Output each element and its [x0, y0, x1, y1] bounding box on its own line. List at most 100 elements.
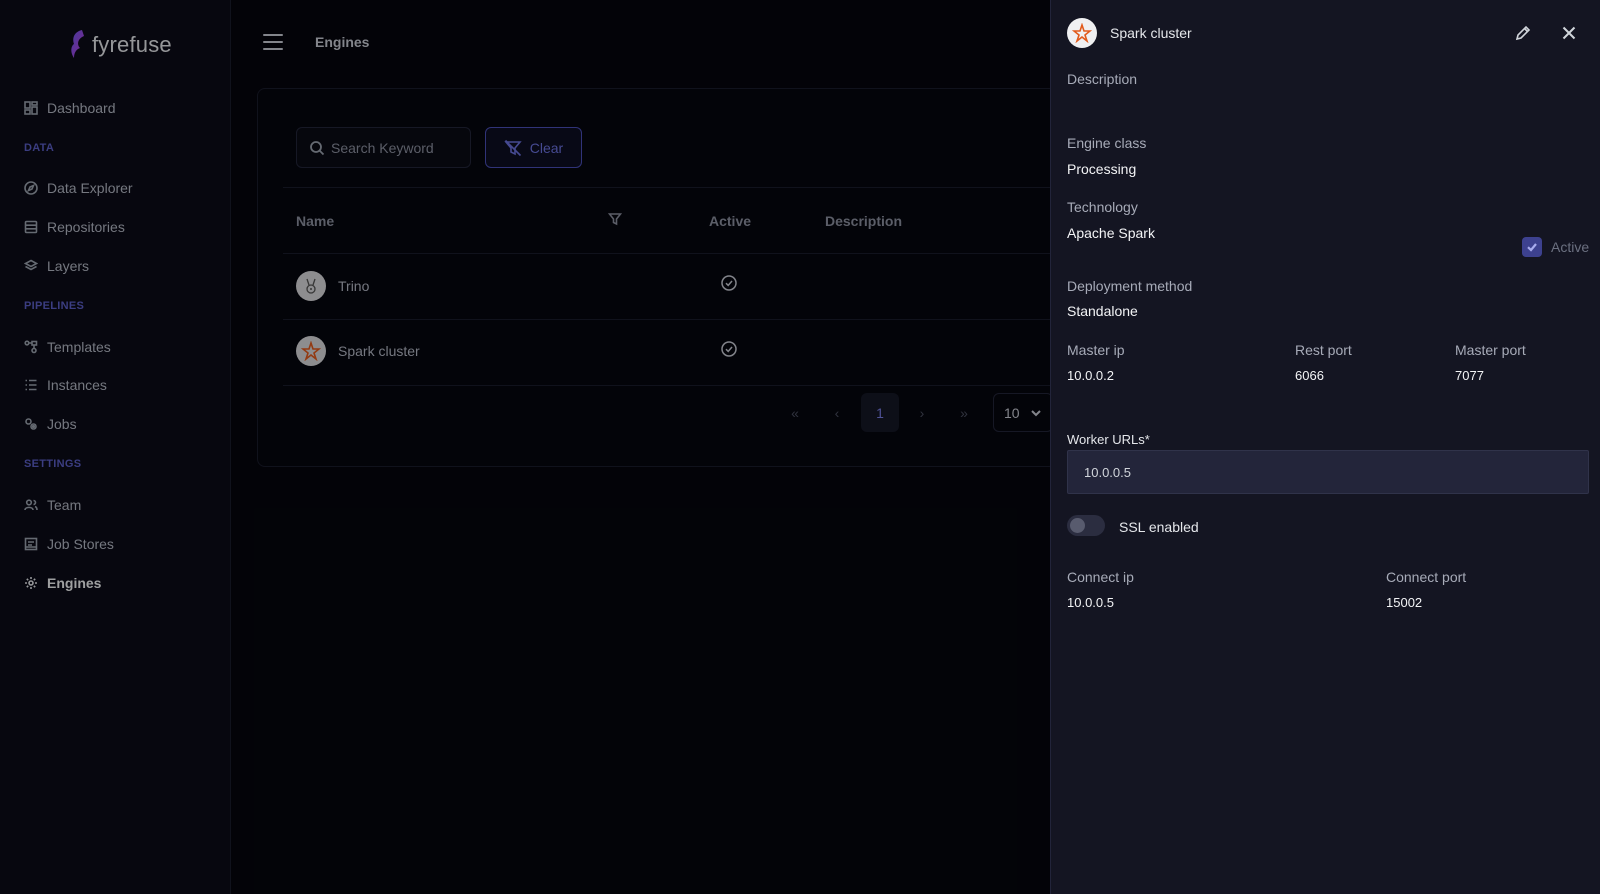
filter-clear-icon [504, 139, 522, 156]
first-page-button[interactable]: « [776, 393, 814, 432]
page-title: Engines [315, 34, 370, 50]
ssl-toggle[interactable] [1067, 515, 1105, 536]
table-row[interactable]: Trino [296, 271, 369, 301]
divider [283, 253, 1050, 254]
double-chevron-left-icon: « [791, 404, 799, 421]
last-page-button[interactable]: » [945, 393, 983, 432]
master-ip-value: 10.0.0.2 [1067, 368, 1114, 383]
sidebar-item-label: Repositories [47, 219, 125, 235]
active-label: Active [1551, 239, 1590, 255]
trino-bunny-icon [306, 278, 316, 294]
team-icon [24, 499, 38, 511]
column-header-description[interactable]: Description [825, 213, 902, 229]
divider [283, 385, 1050, 386]
divider [283, 319, 1050, 320]
sidebar-item-label: Templates [47, 339, 111, 355]
chevron-down-icon [1030, 409, 1041, 416]
active-check-icon [721, 341, 737, 357]
deployment-value: Standalone [1067, 303, 1138, 319]
column-header-active[interactable]: Active [709, 213, 751, 229]
panel-title: Spark cluster [1110, 25, 1192, 41]
close-icon[interactable] [1562, 26, 1576, 40]
sidebar-item-dashboard[interactable]: Dashboard [24, 98, 116, 118]
search-box[interactable] [296, 127, 471, 168]
hamburger-icon [263, 34, 283, 36]
row-name-text: Spark cluster [338, 343, 420, 359]
connect-ip-label: Connect ip [1067, 569, 1134, 585]
active-check-icon [721, 275, 737, 291]
page-size-value: 10 [1004, 404, 1020, 421]
sidebar-item-label: Data Explorer [47, 180, 133, 196]
rest-port-value: 6066 [1295, 368, 1324, 383]
engine-detail-panel: Spark cluster Description Engine class P… [1050, 0, 1600, 894]
active-checkbox[interactable]: Active [1522, 237, 1589, 257]
search-icon [310, 140, 325, 155]
clear-label: Clear [529, 139, 564, 156]
sidebar: fyrefuse Dashboard DATA Data Explorer Re… [0, 0, 231, 894]
technology-label: Technology [1067, 199, 1138, 215]
trino-avatar [296, 271, 326, 301]
engine-class-value: Processing [1067, 161, 1137, 177]
table-row[interactable]: Spark cluster [296, 336, 420, 366]
sidebar-item-templates[interactable]: Templates [24, 337, 111, 357]
sidebar-item-label: Dashboard [47, 100, 116, 116]
menu-toggle-button[interactable] [263, 34, 283, 50]
search-input[interactable] [331, 139, 461, 156]
compass-icon [24, 181, 38, 195]
clear-filters-button[interactable]: Clear [485, 127, 582, 168]
divider [283, 187, 1050, 188]
sidebar-item-job-stores[interactable]: Job Stores [24, 534, 114, 554]
sidebar-item-label: Instances [47, 377, 107, 393]
sidebar-item-data-explorer[interactable]: Data Explorer [24, 178, 133, 198]
list-icon [25, 379, 37, 391]
prev-page-button[interactable]: ‹ [818, 393, 856, 432]
master-port-label: Master port [1455, 342, 1526, 358]
deployment-label: Deployment method [1067, 278, 1193, 294]
column-header-name[interactable]: Name [296, 213, 334, 229]
section-data: DATA [24, 142, 55, 154]
job-store-icon [24, 537, 38, 551]
logo-text: fyrefuse [92, 32, 172, 57]
connect-port-label: Connect port [1386, 569, 1467, 585]
spark-star-icon [301, 341, 321, 361]
worker-urls-label: Worker URLs* [1067, 432, 1150, 447]
sidebar-item-instances[interactable]: Instances [24, 375, 107, 395]
toggle-knob [1070, 518, 1085, 533]
layers-icon [24, 259, 38, 271]
worker-urls-input[interactable] [1067, 450, 1589, 494]
gears-icon [25, 418, 37, 430]
rest-port-label: Rest port [1295, 342, 1352, 358]
sidebar-item-label: Engines [47, 575, 102, 591]
page-size-select[interactable]: 10 [993, 393, 1053, 432]
chevron-right-icon: › [919, 404, 925, 421]
page-button-current[interactable]: 1 [861, 393, 899, 432]
checkbox-box [1522, 237, 1542, 257]
master-port-value: 7077 [1455, 368, 1484, 383]
connect-ip-value: 10.0.0.5 [1067, 595, 1114, 610]
master-ip-label: Master ip [1067, 342, 1125, 358]
pencil-icon[interactable] [1515, 25, 1531, 41]
section-pipelines: PIPELINES [24, 300, 85, 312]
technology-value: Apache Spark [1067, 225, 1155, 241]
sidebar-item-team[interactable]: Team [24, 495, 81, 515]
sidebar-item-jobs[interactable]: Jobs [24, 414, 77, 434]
sidebar-item-label: Team [47, 497, 82, 513]
double-chevron-right-icon: » [960, 404, 968, 421]
app-root: fyrefuse Dashboard DATA Data Explorer Re… [0, 0, 1600, 894]
sidebar-item-engines[interactable]: Engines [24, 573, 101, 593]
templates-icon [24, 340, 38, 354]
chevron-left-icon: ‹ [834, 404, 840, 421]
connect-port-value: 15002 [1386, 595, 1423, 610]
checkmark-icon [1527, 243, 1537, 252]
section-settings: SETTINGS [24, 458, 82, 470]
description-label: Description [1067, 71, 1138, 87]
database-icon [24, 220, 38, 234]
filter-icon[interactable] [608, 212, 622, 226]
next-page-button[interactable]: › [903, 393, 941, 432]
engine-class-label: Engine class [1067, 135, 1147, 151]
fyrefuse-logo-icon [71, 30, 84, 58]
sidebar-item-layers[interactable]: Layers [24, 256, 89, 276]
ssl-label: SSL enabled [1119, 519, 1199, 535]
dashboard-icon [24, 101, 38, 115]
sidebar-item-repositories[interactable]: Repositories [24, 217, 125, 237]
